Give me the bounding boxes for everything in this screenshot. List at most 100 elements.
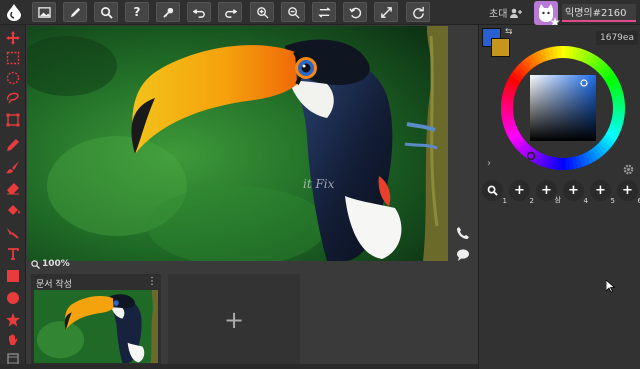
invite-button[interactable]: 초대: [489, 5, 523, 20]
eraser-tool[interactable]: [4, 179, 22, 197]
color-hex-tooltip: 1679ea: [596, 31, 638, 45]
refresh-icon: [412, 6, 424, 19]
brush-icon: [6, 161, 19, 174]
mouse-cursor-icon: [605, 278, 616, 297]
avatar[interactable]: [534, 0, 560, 26]
slot-1[interactable]: 1: [482, 180, 507, 205]
pencil-icon: [7, 139, 19, 151]
canvas-side-actions: [450, 222, 476, 266]
fullscreen-icon: [380, 6, 392, 18]
search-icon: [100, 6, 113, 19]
plus-icon: +: [541, 183, 552, 198]
bottom-scrollbar[interactable]: [0, 364, 478, 369]
zoom-in-button[interactable]: [250, 2, 274, 22]
search-button[interactable]: [94, 2, 118, 22]
lasso-tool[interactable]: [4, 89, 22, 107]
transform-tool[interactable]: [4, 111, 22, 129]
hand-icon: [9, 334, 18, 345]
brush-tool[interactable]: [4, 158, 22, 176]
key-button[interactable]: [156, 2, 180, 22]
settings-button[interactable]: [623, 160, 634, 179]
text-icon: [8, 248, 19, 260]
text-tool[interactable]: [4, 245, 22, 263]
app-window: ? 초대 익명의#2160 it Fix 100% 문서 작성 ⋮ + ⇆ 16…: [0, 0, 640, 369]
username-field[interactable]: 익명의#2160: [562, 3, 636, 22]
zoom-out-button[interactable]: [281, 2, 305, 22]
key-icon: [162, 7, 173, 18]
lasso-icon: [6, 92, 19, 104]
toucan-image: it Fix: [27, 26, 448, 261]
gradient-icon: [7, 228, 19, 239]
rectangle-tool[interactable]: [4, 267, 22, 285]
gradient-tool[interactable]: [4, 223, 22, 241]
slot-4[interactable]: +4: [563, 180, 588, 205]
slot-number: 1: [502, 197, 507, 205]
tool-palette: [0, 25, 26, 369]
document-card[interactable]: 문서 작성 ⋮: [31, 274, 161, 366]
logo-icon[interactable]: [4, 3, 24, 22]
draw-button[interactable]: [63, 2, 87, 22]
flip-icon: [317, 6, 331, 18]
document-thumbnail[interactable]: [34, 290, 158, 363]
rotate-icon: [348, 7, 361, 18]
gear-icon: [623, 164, 634, 175]
refresh-button[interactable]: [406, 2, 430, 22]
watermark: it Fix: [303, 177, 335, 191]
hand-tool[interactable]: [4, 331, 22, 349]
slot-number: 5: [610, 197, 615, 205]
square-icon: [7, 270, 19, 282]
slot-5[interactable]: +5: [590, 180, 615, 205]
pencil-tool[interactable]: [4, 136, 22, 154]
undo-button[interactable]: [187, 2, 211, 22]
brush-slots: 1 +2 + 삼 +4 +5 +6: [482, 180, 640, 205]
chat-button[interactable]: [450, 244, 476, 266]
new-document-button[interactable]: +: [168, 274, 300, 366]
zoom-indicator[interactable]: 100%: [31, 259, 70, 269]
undo-icon: [192, 8, 205, 18]
document-menu-icon[interactable]: ⋮: [147, 276, 157, 287]
ellipse-select-tool[interactable]: [4, 69, 22, 87]
transform-icon: [6, 113, 20, 127]
chevron-right-icon[interactable]: ›: [487, 158, 491, 169]
eraser-icon: [7, 183, 19, 195]
plus-icon: +: [622, 183, 633, 198]
zoom-in-icon: [256, 6, 269, 19]
top-toolbar: ? 초대 익명의#2160: [0, 0, 640, 26]
ellipse-select-icon: [6, 71, 20, 85]
rect-select-icon: [6, 51, 20, 65]
image-button[interactable]: [32, 2, 56, 22]
move-tool[interactable]: [4, 29, 22, 47]
color-wheel-graphic: [500, 45, 626, 171]
slot-6[interactable]: +6: [617, 180, 640, 205]
search-icon: [487, 185, 498, 196]
rect-select-tool[interactable]: [4, 49, 22, 67]
fill-tool[interactable]: [4, 201, 22, 219]
redo-button[interactable]: [218, 2, 242, 22]
slot-number: 2: [529, 197, 534, 205]
user-profile[interactable]: 익명의#2160: [534, 0, 640, 26]
chat-bubble-icon: [457, 249, 469, 261]
drawing-canvas[interactable]: it Fix: [27, 26, 448, 261]
fullscreen-button[interactable]: [374, 2, 398, 22]
rotate-button[interactable]: [343, 2, 367, 22]
pencil-icon: [70, 7, 80, 17]
slot-2[interactable]: +2: [509, 180, 534, 205]
call-button[interactable]: [450, 222, 476, 244]
star-shape-tool[interactable]: [4, 311, 22, 329]
color-wheel[interactable]: [500, 45, 626, 171]
paint-bucket-icon: [8, 205, 20, 215]
help-button[interactable]: ?: [125, 2, 149, 22]
ellipse-tool[interactable]: [4, 289, 22, 307]
circle-icon: [7, 292, 19, 304]
search-icon: [31, 259, 40, 269]
help-icon: ?: [133, 5, 141, 19]
slot-3[interactable]: + 삼: [536, 180, 561, 204]
toucan-thumbnail: [34, 290, 158, 363]
plus-icon: +: [568, 183, 579, 198]
star-icon: [6, 313, 20, 327]
swap-colors-icon[interactable]: ⇆: [505, 27, 513, 37]
zoom-out-icon: [287, 6, 300, 19]
flip-button[interactable]: [312, 2, 336, 22]
add-user-icon: [510, 8, 523, 18]
zoom-level: 100%: [42, 259, 70, 269]
